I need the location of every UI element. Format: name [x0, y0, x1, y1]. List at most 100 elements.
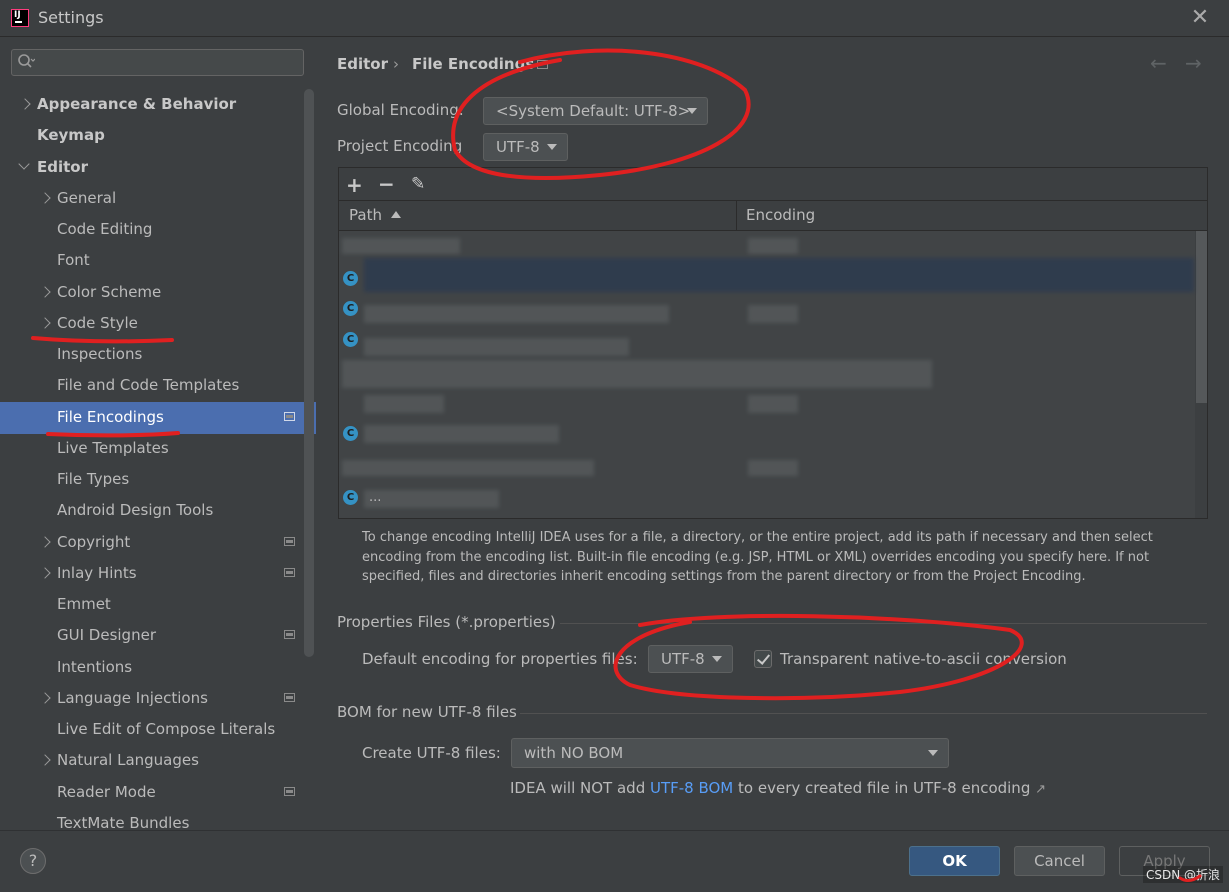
column-divider[interactable] — [736, 201, 737, 230]
table-cell-encoding[interactable] — [748, 238, 798, 254]
close-icon[interactable]: ✕ — [1188, 6, 1212, 30]
table-row-selected[interactable] — [364, 258, 1194, 292]
sidebar-item-label: TextMate Bundles — [57, 814, 190, 830]
sidebar-item-gui-designer[interactable]: GUI Designer — [57, 620, 156, 651]
chevron-right-icon[interactable] — [39, 754, 51, 766]
sidebar-item-label: Natural Languages — [57, 751, 199, 769]
sidebar-item-general[interactable]: General — [39, 183, 117, 214]
forward-arrow-icon[interactable]: → — [1185, 51, 1202, 75]
sidebar-item-label: File Encodings — [57, 408, 164, 426]
sidebar-item-color-scheme[interactable]: Color Scheme — [39, 277, 161, 308]
global-encoding-select[interactable]: <System Default: UTF-8> — [483, 97, 708, 125]
project-scope-icon — [284, 693, 295, 702]
class-file-icon: C — [343, 332, 358, 347]
back-arrow-icon[interactable]: ← — [1150, 51, 1167, 75]
ok-button[interactable]: OK — [909, 846, 1000, 876]
chevron-right-icon[interactable] — [39, 317, 51, 329]
sidebar-item-intentions[interactable]: Intentions — [57, 652, 132, 683]
table-cell-encoding[interactable] — [748, 460, 798, 476]
sidebar-item-label: GUI Designer — [57, 626, 156, 644]
chevron-down-icon[interactable] — [18, 158, 30, 170]
project-encoding-select[interactable]: UTF-8 — [483, 133, 568, 161]
table-row-ellipsis: ... — [369, 490, 382, 505]
table-row[interactable] — [364, 338, 629, 356]
sidebar-item-label: General — [57, 189, 117, 207]
sidebar-item-inspections[interactable]: Inspections — [57, 339, 142, 370]
table-cell-encoding[interactable] — [748, 395, 798, 413]
sidebar-item-label: Keymap — [37, 126, 105, 144]
class-file-icon: C — [343, 426, 358, 441]
table-row[interactable] — [364, 395, 444, 413]
sidebar-item-appearance-behavior[interactable]: Appearance & Behavior — [19, 89, 236, 120]
global-encoding-value: <System Default: UTF-8> — [496, 102, 691, 120]
sidebar-item-emmet[interactable]: Emmet — [57, 589, 111, 620]
sidebar-item-label: Editor — [37, 158, 88, 176]
add-icon[interactable]: + — [346, 173, 363, 197]
class-file-icon: C — [343, 301, 358, 316]
sidebar-item-editor[interactable]: Editor — [18, 152, 88, 183]
chevron-right-icon[interactable] — [19, 98, 31, 110]
sidebar-item-file-types[interactable]: File Types — [57, 464, 129, 495]
project-scope-icon — [284, 537, 295, 546]
properties-encoding-select[interactable]: UTF-8 — [648, 645, 733, 673]
sidebar-item-reader-mode[interactable]: Reader Mode — [57, 777, 156, 808]
sidebar-item-inlay-hints[interactable]: Inlay Hints — [39, 558, 137, 589]
native-to-ascii-label[interactable]: Transparent native-to-ascii conversion — [780, 650, 1067, 668]
create-utf8-select[interactable]: with NO BOM — [511, 738, 949, 768]
sidebar-item-file-encodings[interactable]: File Encodings — [57, 402, 164, 433]
properties-section-title: Properties Files (*.properties) — [337, 613, 556, 631]
cancel-button[interactable]: Cancel — [1014, 846, 1105, 876]
bom-note: IDEA will NOT add UTF-8 BOM to every cre… — [510, 779, 1046, 797]
sidebar-item-label: Emmet — [57, 595, 111, 613]
sidebar-item-live-edit-compose[interactable]: Live Edit of Compose Literals — [57, 714, 275, 745]
edit-icon[interactable]: ✎ — [411, 174, 425, 194]
dropdown-caret-icon — [687, 108, 697, 114]
settings-search-input[interactable] — [11, 49, 304, 76]
table-cell-encoding[interactable] — [748, 305, 798, 323]
table-scrollbar[interactable] — [1196, 231, 1207, 403]
sidebar-item-android-design-tools[interactable]: Android Design Tools — [57, 495, 213, 526]
sidebar-item-code-style[interactable]: Code Style — [39, 308, 138, 339]
project-scope-icon — [284, 787, 295, 796]
utf8-bom-link[interactable]: UTF-8 BOM — [650, 779, 733, 797]
create-utf8-label: Create UTF-8 files: — [362, 744, 501, 762]
sidebar-item-code-editing[interactable]: Code Editing — [57, 214, 152, 245]
table-row[interactable] — [342, 460, 594, 476]
sidebar-item-label: File Types — [57, 470, 130, 488]
bom-section-title: BOM for new UTF-8 files — [337, 703, 517, 721]
chevron-right-icon[interactable] — [39, 536, 51, 548]
chevron-right-icon[interactable] — [39, 567, 51, 579]
chevron-right-icon[interactable] — [39, 692, 51, 704]
help-button[interactable]: ? — [20, 848, 46, 874]
column-header-path[interactable]: Path — [349, 206, 382, 224]
sidebar-item-live-templates[interactable]: Live Templates — [57, 433, 169, 464]
breadcrumb-editor[interactable]: Editor — [337, 55, 388, 73]
chevron-right-icon[interactable] — [39, 192, 51, 204]
sidebar-item-label: Language Injections — [57, 689, 208, 707]
bom-note-suffix: to every created file in UTF-8 encoding — [733, 779, 1031, 797]
sidebar-item-textmate-bundles[interactable]: TextMate Bundles — [57, 808, 189, 830]
table-row[interactable] — [364, 425, 559, 443]
window-title: Settings — [38, 8, 104, 27]
external-link-icon[interactable]: ↗ — [1035, 782, 1046, 797]
table-row[interactable] — [342, 238, 460, 254]
sidebar-item-label: Code Editing — [57, 220, 153, 238]
sidebar-item-copyright[interactable]: Copyright — [39, 527, 130, 558]
sidebar-item-keymap[interactable]: Keymap — [37, 120, 105, 151]
column-header-encoding[interactable]: Encoding — [746, 206, 815, 224]
page-title: File Encodings — [412, 55, 535, 73]
properties-encoding-value: UTF-8 — [661, 650, 705, 668]
native-to-ascii-checkbox[interactable] — [754, 650, 772, 668]
sidebar-item-label: Font — [57, 251, 90, 269]
sidebar-scrollbar[interactable] — [304, 89, 314, 657]
table-row[interactable] — [364, 305, 669, 323]
sidebar-item-file-code-templates[interactable]: File and Code Templates — [57, 370, 239, 401]
chevron-right-icon[interactable] — [39, 286, 51, 298]
sidebar-item-natural-languages[interactable]: Natural Languages — [39, 745, 199, 776]
remove-icon[interactable]: − — [378, 172, 395, 196]
sidebar-item-language-injections[interactable]: Language Injections — [39, 683, 208, 714]
table-row[interactable] — [342, 360, 932, 388]
sidebar-item-font[interactable]: Font — [57, 245, 90, 276]
dropdown-caret-icon — [547, 144, 557, 150]
table-row[interactable] — [364, 490, 499, 508]
